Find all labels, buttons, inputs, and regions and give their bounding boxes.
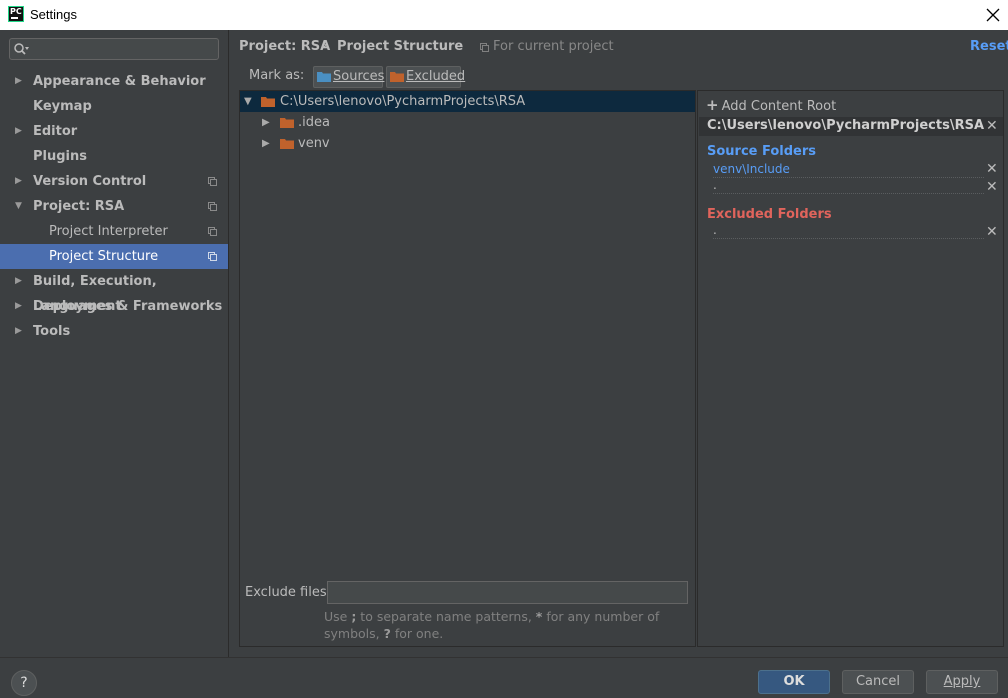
sidebar-item-label: Plugins	[33, 149, 87, 164]
source-folder-entry[interactable]: .	[713, 178, 984, 194]
chevron-right-icon: ▶	[15, 276, 22, 286]
chevron-right-icon: ▶	[262, 117, 270, 128]
project-scope-icon	[208, 202, 217, 211]
chevron-down-icon: ▼	[15, 201, 22, 211]
content-root-path: C:\Users\lenovo\PycharmProjects\RSA	[707, 118, 985, 133]
mark-excluded-label: Excluded	[406, 69, 466, 84]
chevron-right-icon: ▶	[15, 126, 22, 136]
sidebar-item-label: Project: RSA	[33, 199, 125, 214]
help-icon: ?	[20, 675, 28, 691]
sidebar-item-label: Keymap	[33, 99, 92, 114]
tree-row-venv[interactable]: ▶ venv	[240, 133, 695, 154]
tree-item-label: .idea	[298, 115, 330, 130]
add-content-root-button[interactable]: + Add Content Root	[706, 96, 836, 114]
chevron-right-icon: ▶	[262, 138, 270, 149]
plus-icon: +	[706, 96, 719, 114]
breadcrumb-separator: ›	[322, 38, 328, 53]
project-scope-icon	[208, 177, 217, 186]
search-icon	[14, 43, 29, 55]
chevron-right-icon: ▶	[15, 326, 22, 336]
exclude-files-input[interactable]	[327, 581, 688, 604]
sidebar-item-label: Project Interpreter	[49, 224, 168, 239]
sources-folder-icon	[317, 72, 331, 82]
mark-excluded-button[interactable]: Excluded	[386, 66, 465, 88]
project-scope-icon	[480, 43, 489, 52]
folder-icon	[261, 97, 275, 107]
sidebar-item-keymap[interactable]: Keymap	[0, 94, 228, 119]
ok-button[interactable]: OK	[758, 670, 830, 694]
excluded-folder-entry[interactable]: .	[713, 223, 984, 239]
folder-icon	[280, 139, 294, 149]
project-scope-icon	[208, 227, 217, 236]
close-icon: ✕	[986, 179, 998, 195]
project-folder-tree: ▼ C:\Users\lenovo\PycharmProjects\RSA ▶ …	[239, 90, 696, 647]
sidebar-item-label: Languages & Frameworks	[33, 299, 223, 314]
window-title: Settings	[30, 7, 77, 22]
close-window-button[interactable]	[986, 3, 1000, 25]
exclude-files-label: Exclude files:	[245, 585, 332, 600]
mark-sources-label: Sources	[333, 69, 385, 84]
mark-sources-button[interactable]: Sources	[313, 66, 385, 88]
remove-source-folder-button[interactable]: ✕	[986, 179, 998, 195]
tree-root-label: C:\Users\lenovo\PycharmProjects\RSA	[280, 94, 526, 109]
apply-label: Apply	[943, 674, 981, 689]
chevron-right-icon: ▶	[15, 301, 22, 311]
help-button[interactable]: ?	[11, 670, 37, 696]
sidebar-item-languages-frameworks[interactable]: ▶ Languages & Frameworks	[0, 294, 228, 319]
close-icon: ✕	[986, 118, 998, 134]
remove-source-folder-button[interactable]: ✕	[986, 161, 998, 177]
sidebar-item-appearance-behavior[interactable]: ▶ Appearance & Behavior	[0, 69, 228, 94]
sidebar-item-project-rsa[interactable]: ▼ Project: RSA	[0, 194, 228, 219]
close-icon	[986, 8, 1000, 22]
scope-label: For current project	[493, 39, 614, 54]
content-root-header: C:\Users\lenovo\PycharmProjects\RSA	[699, 117, 1003, 136]
sidebar-item-label: Version Control	[33, 174, 147, 189]
close-icon: ✕	[986, 161, 998, 177]
window-titlebar: PC Settings	[0, 0, 1008, 30]
sidebar-item-tools[interactable]: ▶ Tools	[0, 319, 228, 344]
excluded-folder-icon	[390, 72, 404, 82]
sidebar-item-build-execution-deployment[interactable]: ▶ Build, Execution, Deployment	[0, 269, 228, 314]
sidebar-item-editor[interactable]: ▶ Editor	[0, 119, 228, 144]
sidebar-item-label: Tools	[33, 324, 71, 339]
source-folder-entry[interactable]: venv\Include	[713, 162, 984, 178]
tree-row-idea[interactable]: ▶ .idea	[240, 112, 695, 133]
reset-link[interactable]: Reset	[970, 39, 1008, 54]
sidebar-item-label: Project Structure	[49, 249, 159, 264]
settings-search[interactable]	[9, 38, 219, 60]
pycharm-logo-icon: PC	[8, 6, 24, 22]
project-scope-icon	[208, 252, 217, 261]
tree-root-row[interactable]: ▼ C:\Users\lenovo\PycharmProjects\RSA	[240, 91, 695, 112]
app-badge-text: PC	[10, 7, 22, 16]
exclude-files-hint: Use ; to separate name patterns, * for a…	[324, 609, 660, 641]
sidebar-item-project-structure[interactable]: Project Structure	[0, 244, 228, 269]
apply-button[interactable]: Apply	[926, 670, 998, 694]
add-content-root-label: Add Content Root	[721, 99, 837, 114]
settings-search-input[interactable]	[34, 41, 214, 57]
page-title: Project Structure	[337, 39, 464, 54]
close-icon: ✕	[986, 224, 998, 240]
excluded-folders-title: Excluded Folders	[707, 207, 832, 222]
remove-excluded-folder-button[interactable]: ✕	[986, 224, 998, 240]
sidebar-item-version-control[interactable]: ▶ Version Control	[0, 169, 228, 194]
sidebar-item-project-interpreter[interactable]: Project Interpreter	[0, 219, 228, 244]
sidebar-item-label: Editor	[33, 124, 78, 139]
cancel-button[interactable]: Cancel	[842, 670, 914, 694]
chevron-right-icon: ▶	[15, 176, 22, 186]
remove-content-root-button[interactable]: ✕	[986, 118, 998, 134]
chevron-down-icon: ▼	[244, 96, 252, 107]
sidebar-item-label: Appearance & Behavior	[33, 74, 206, 89]
sidebar-item-plugins[interactable]: Plugins	[0, 144, 228, 169]
breadcrumb-project: Project: RSA	[239, 39, 331, 54]
source-folders-title: Source Folders	[707, 144, 817, 159]
chevron-right-icon: ▶	[15, 76, 22, 86]
tree-item-label: venv	[298, 136, 330, 151]
mark-as-label: Mark as:	[249, 68, 305, 83]
folder-icon	[280, 118, 294, 128]
